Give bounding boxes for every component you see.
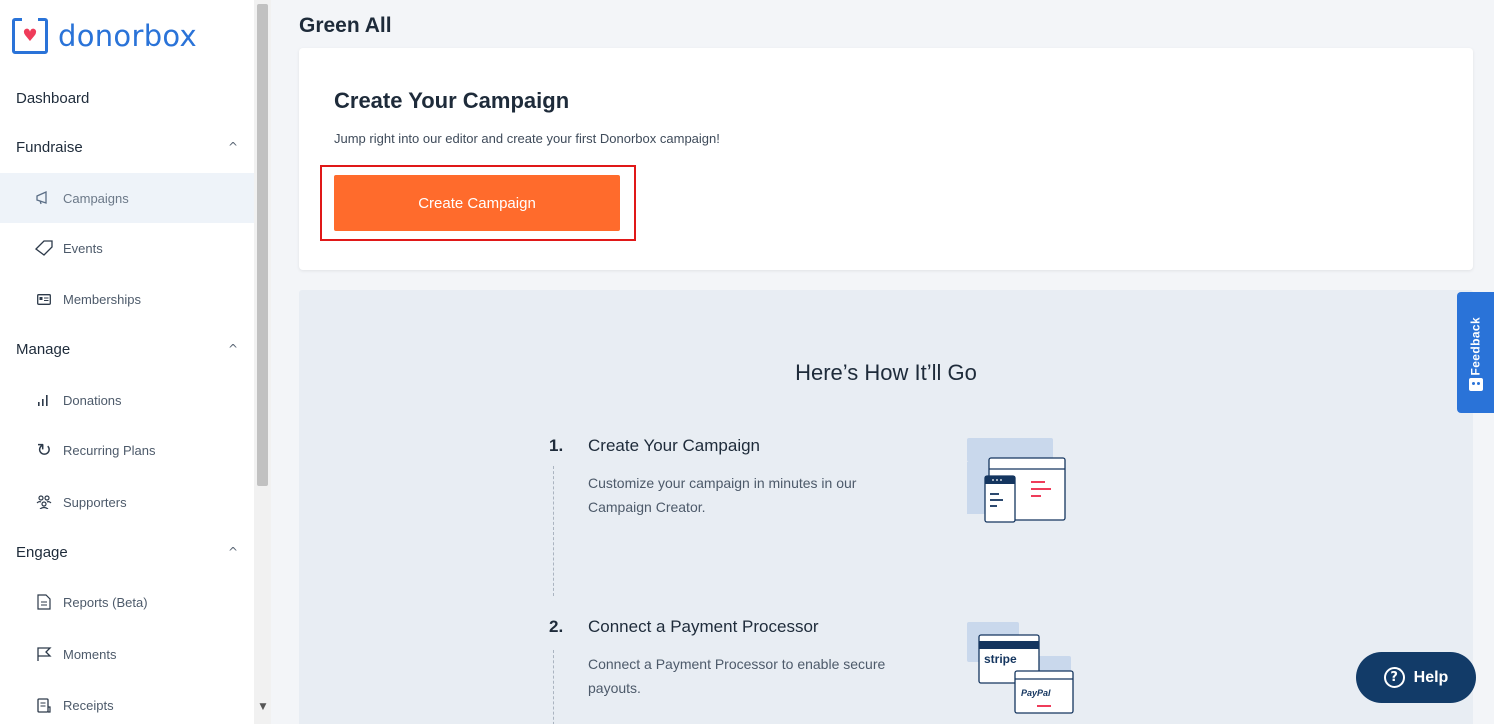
- sidebar-item-memberships[interactable]: Memberships: [0, 274, 254, 324]
- chevron-up-icon: ^: [227, 545, 238, 559]
- chevron-up-icon: ^: [227, 140, 238, 154]
- section-title: Here’s How It’ll Go: [795, 360, 977, 385]
- payment-cards-icon: [967, 622, 1074, 714]
- step-connector: [553, 650, 554, 724]
- megaphone-icon: [34, 191, 54, 205]
- logo-text: donorbox: [58, 19, 198, 53]
- stripe-logo-text: stripe: [984, 652, 1017, 666]
- help-label: Help: [1413, 668, 1449, 686]
- page-title: Green All: [299, 14, 392, 37]
- feedback-tab[interactable]: Feedback: [1457, 292, 1494, 413]
- feedback-label: Feedback: [1468, 316, 1483, 376]
- receipt-icon: [34, 697, 54, 713]
- section-label: Fundraise: [16, 138, 83, 156]
- sidebar-item-donations[interactable]: Donations: [0, 375, 254, 425]
- sidebar-section-manage[interactable]: Manage ^: [0, 332, 254, 366]
- sidebar-item-recurring-plans[interactable]: ↻ Recurring Plans: [0, 425, 254, 475]
- step-number: 1.: [549, 436, 564, 455]
- donorbox-logo[interactable]: ♥ donorbox: [12, 18, 197, 54]
- payment-processor-illustration: stripe PayPal: [965, 620, 1077, 715]
- logo-mark-icon: ♥: [12, 18, 48, 54]
- step-description: Customize your campaign in minutes in ou…: [588, 475, 857, 515]
- refresh-icon: ↻: [36, 439, 52, 461]
- sidebar-section-fundraise[interactable]: Fundraise ^: [0, 130, 254, 164]
- step-connector: [553, 466, 554, 596]
- sidebar: ♥ donorbox Dashboard Fundraise ^ Campaig…: [0, 0, 271, 724]
- sidebar-item-label: Moments: [63, 646, 117, 662]
- how-it-goes-panel: Here’s How It’ll Go 1. Create Your Campa…: [299, 290, 1473, 724]
- sidebar-item-receipts[interactable]: Receipts: [0, 680, 254, 724]
- campaign-editor-illustration-icon: [967, 438, 1066, 523]
- step-description: Connect a Payment Processor to enable se…: [588, 656, 886, 696]
- bar-chart-icon: [34, 394, 54, 406]
- sidebar-item-label: Campaigns: [63, 190, 129, 206]
- step-title: Connect a Payment Processor: [588, 617, 819, 636]
- ticket-icon: [34, 240, 54, 256]
- heart-icon: ♥: [22, 25, 38, 46]
- id-card-icon: [34, 293, 54, 305]
- card-subtitle: Jump right into our editor and create yo…: [334, 131, 720, 146]
- create-campaign-card: Create Your Campaign Jump right into our…: [299, 48, 1473, 270]
- sidebar-item-moments[interactable]: Moments: [0, 629, 254, 679]
- sidebar-item-events[interactable]: Events: [0, 223, 254, 273]
- flag-icon: [34, 646, 54, 662]
- create-campaign-button[interactable]: Create Campaign: [334, 175, 620, 231]
- sidebar-item-campaigns[interactable]: Campaigns: [0, 173, 254, 223]
- section-label: Manage: [16, 340, 71, 358]
- step-title: Create Your Campaign: [588, 436, 761, 455]
- sidebar-section-engage[interactable]: Engage ^: [0, 535, 254, 569]
- sidebar-item-label: Receipts: [63, 697, 114, 713]
- sidebar-item-label: Memberships: [63, 291, 142, 307]
- section-label: Engage: [16, 543, 68, 561]
- chevron-up-icon: ^: [227, 342, 238, 356]
- sidebar-item-dashboard[interactable]: Dashboard: [16, 90, 89, 107]
- document-icon: [34, 594, 54, 610]
- question-icon: ?: [1383, 667, 1405, 688]
- step-number: 2.: [549, 617, 564, 636]
- sidebar-item-label: Donations: [63, 392, 122, 408]
- help-button[interactable]: ? Help: [1356, 652, 1476, 703]
- sidebar-item-label: Events: [63, 240, 103, 256]
- sidebar-scrollbar-thumb[interactable]: [257, 4, 268, 486]
- card-title: Create Your Campaign: [334, 88, 570, 113]
- app-window: ♥ donorbox Dashboard Fundraise ^ Campaig…: [0, 0, 1494, 724]
- people-icon: [34, 495, 54, 509]
- main-content: Green All Create Your Campaign Jump righ…: [271, 0, 1494, 724]
- scroll-down-icon[interactable]: ▼: [256, 700, 270, 714]
- sidebar-item-label: Supporters: [63, 494, 127, 510]
- sidebar-item-label: Recurring Plans: [63, 442, 156, 458]
- sidebar-item-label: Reports (Beta): [63, 594, 148, 610]
- sidebar-item-reports[interactable]: Reports (Beta): [0, 577, 254, 627]
- sidebar-item-supporters[interactable]: Supporters: [0, 477, 254, 527]
- smile-icon: [1469, 378, 1483, 391]
- paypal-logo-text: PayPal: [1021, 688, 1051, 698]
